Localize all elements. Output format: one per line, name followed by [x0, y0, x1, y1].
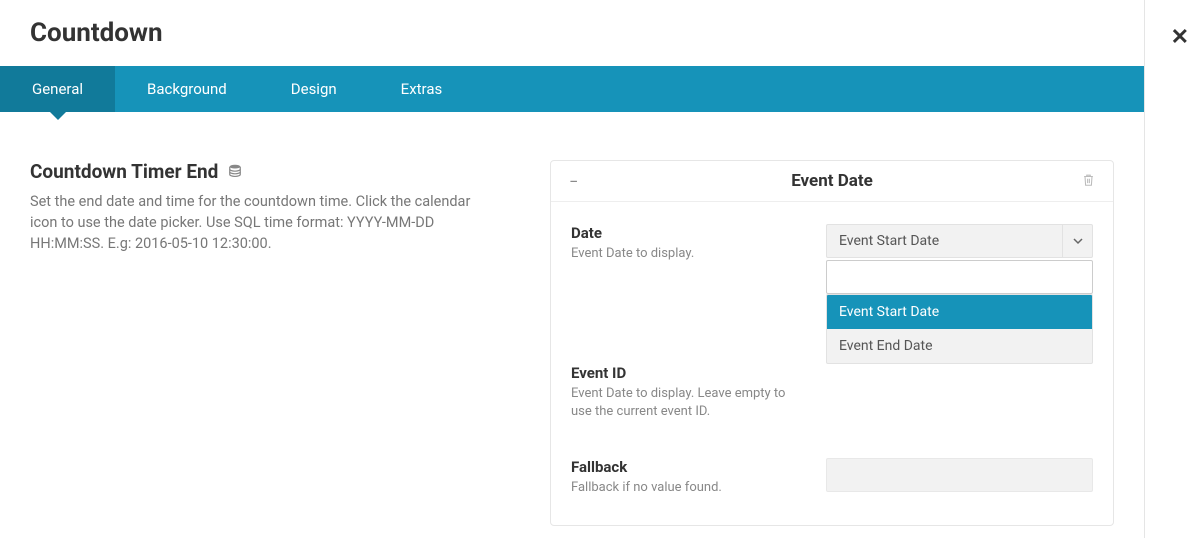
- section-title-row: Countdown Timer End: [30, 160, 490, 183]
- chevron-down-icon: [1062, 225, 1092, 257]
- modal-body: Countdown Timer End Set the end date and…: [0, 112, 1144, 526]
- tab-label: Background: [147, 80, 227, 98]
- event-date-panel: − Event Date Date Event Date to display.: [550, 160, 1114, 526]
- tab-bar: General Background Design Extras: [0, 66, 1144, 112]
- field-control: [826, 458, 1093, 492]
- field-sublabel: Fallback if no value found.: [571, 479, 806, 497]
- field-date: Date Event Date to display. Event Start …: [571, 224, 1093, 294]
- close-button[interactable]: ✕: [1171, 24, 1189, 50]
- section-info: Countdown Timer End Set the end date and…: [30, 160, 490, 526]
- tab-label: Extras: [401, 80, 443, 98]
- minus-icon: −: [569, 172, 578, 191]
- close-icon: ✕: [1171, 24, 1189, 49]
- dropdown-search-input[interactable]: [826, 260, 1093, 294]
- panel-header: − Event Date: [551, 161, 1113, 202]
- trash-icon: [1082, 173, 1095, 187]
- section-title: Countdown Timer End: [30, 160, 218, 183]
- field-label-col: Fallback Fallback if no value found.: [571, 458, 806, 497]
- field-sublabel: Event Date to display.: [571, 245, 806, 263]
- field-label-col: Event ID Event Date to display. Leave em…: [571, 364, 806, 420]
- select-value: Event Start Date: [839, 233, 939, 249]
- option-label: Event Start Date: [839, 304, 939, 320]
- panel-body: Date Event Date to display. Event Start …: [551, 202, 1113, 525]
- date-select[interactable]: Event Start Date: [826, 224, 1093, 258]
- tab-label: General: [32, 80, 83, 98]
- section-description: Set the end date and time for the countd…: [30, 191, 490, 254]
- tab-general[interactable]: General: [0, 66, 115, 112]
- page-title: Countdown: [30, 18, 163, 48]
- tab-background[interactable]: Background: [115, 66, 259, 112]
- fallback-input[interactable]: [826, 458, 1093, 492]
- panel-title: Event Date: [589, 171, 1075, 191]
- database-icon[interactable]: [228, 160, 242, 183]
- field-event-id: Event ID Event Date to display. Leave em…: [571, 364, 1093, 420]
- tab-label: Design: [291, 80, 337, 98]
- modal-header: Countdown: [0, 0, 1144, 66]
- delete-button[interactable]: [1075, 172, 1095, 191]
- tab-extras[interactable]: Extras: [369, 66, 475, 112]
- field-label: Date: [571, 224, 806, 242]
- field-label: Fallback: [571, 458, 806, 476]
- dropdown-option-end[interactable]: Event End Date: [827, 329, 1092, 363]
- field-fallback: Fallback Fallback if no value found.: [571, 458, 1093, 497]
- settings-panel-column: − Event Date Date Event Date to display.: [550, 160, 1114, 526]
- date-dropdown: Event Start Date Event End Date: [826, 294, 1093, 364]
- dropdown-option-start[interactable]: Event Start Date: [827, 295, 1092, 329]
- field-label-col: Date Event Date to display.: [571, 224, 806, 263]
- tab-design[interactable]: Design: [259, 66, 369, 112]
- option-label: Event End Date: [839, 338, 933, 354]
- collapse-button[interactable]: −: [569, 172, 589, 191]
- field-sublabel: Event Date to display. Leave empty to us…: [571, 385, 806, 420]
- field-control: Event Start Date Event Start Date: [826, 224, 1093, 294]
- field-label: Event ID: [571, 364, 806, 382]
- settings-modal: ✕ Countdown General Background Design Ex…: [0, 0, 1145, 538]
